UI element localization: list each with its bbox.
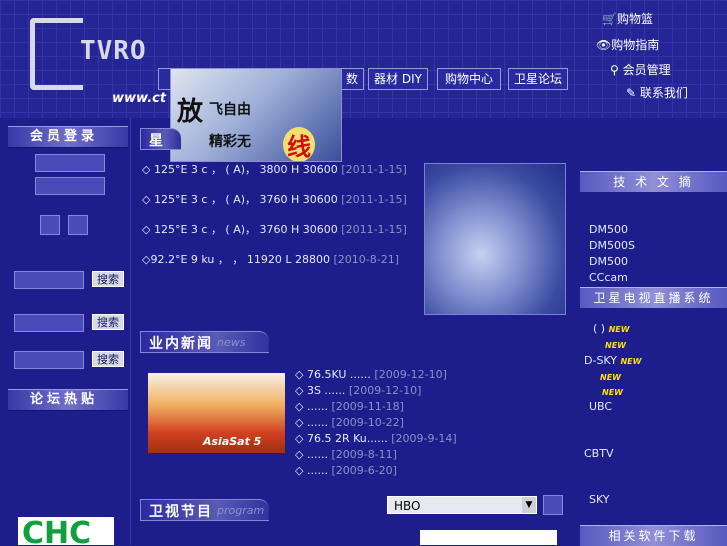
list-item[interactable]: ◇ 125°E 3 c ， ( A)， 3800 H 30600 [2011-1… <box>142 162 412 178</box>
tech-digest-header: 技 术 文 摘 <box>580 171 727 192</box>
live-item-6[interactable]: CBTV <box>584 447 613 460</box>
program-image[interactable] <box>420 530 557 545</box>
forum-hot-header: 论坛热贴 <box>8 389 128 411</box>
live-item-2[interactable]: D-SKY NEW <box>584 354 641 367</box>
list-item[interactable]: ◇ ...... [2009-6-20] <box>295 463 495 479</box>
tech-item-3[interactable]: CCcam <box>589 271 628 284</box>
register-button[interactable] <box>68 215 88 235</box>
satellite-section-title: 星 <box>149 133 165 149</box>
guide-link[interactable]: 👁购物指南 <box>596 36 659 53</box>
nav-item-0[interactable]: 数 <box>340 68 364 90</box>
cart-icon: 🛒 <box>602 12 617 26</box>
new-badge: NEW <box>608 325 630 334</box>
member-login-header: 会员登录 <box>8 126 128 148</box>
live-item-4[interactable]: NEW <box>602 385 623 398</box>
logo-c-shape <box>30 18 83 90</box>
live-item-1[interactable]: NEW <box>605 338 626 351</box>
site-logo[interactable]: TVRO www.ct <box>0 0 166 118</box>
nav-item-shopping[interactable]: 购物中心 <box>437 68 501 90</box>
new-badge: NEW <box>620 357 642 366</box>
news-image-caption: AsiaSat 5 <box>203 435 262 448</box>
program-go-button[interactable] <box>543 495 563 515</box>
nav-item-diy[interactable]: 器材 DIY <box>368 68 428 90</box>
contact-link[interactable]: ✎ 联系我们 <box>626 84 688 101</box>
password-input[interactable] <box>35 177 105 195</box>
news-image-asiasat[interactable]: AsiaSat 5 <box>148 373 285 453</box>
login-button[interactable] <box>40 215 60 235</box>
search-button-1[interactable]: 搜索 <box>92 271 124 287</box>
tech-item-1[interactable]: DM500S <box>589 239 635 252</box>
tech-item-2[interactable]: DM500 <box>589 255 628 268</box>
banner-line1: 飞自由 <box>209 102 251 118</box>
chevron-down-icon[interactable]: ▼ <box>522 497 536 513</box>
list-item[interactable]: ◇92.2°E 9 ku ， ， 11920 L 28800 [2010-8-2… <box>142 252 412 268</box>
key-icon: ⚲ <box>610 63 623 77</box>
satellite-dish-image <box>424 163 566 315</box>
list-item[interactable]: ◇ 3S ...... [2009-12-10] <box>295 383 495 399</box>
program-section-title: 卫视节目 <box>149 504 213 520</box>
news-list: ◇ 76.5KU ...... [2009-12-10] ◇ 3S ......… <box>295 367 495 479</box>
news-section-header: 业内新闻 news <box>140 331 269 353</box>
new-badge: NEW <box>605 341 626 350</box>
logo-url: www.ct <box>112 91 167 106</box>
news-section-title-en: news <box>217 336 246 349</box>
channel-select[interactable]: HBO <box>387 496 537 514</box>
software-download-header: 相关软件下载 <box>580 525 727 546</box>
list-item[interactable]: ◇ 125°E 3 c ， ( A)， 3760 H 30600 [2011-1… <box>142 192 412 208</box>
live-item-0[interactable]: ( ) NEW <box>593 322 630 335</box>
banner-big-char: 放 <box>177 97 204 127</box>
search-input-2[interactable] <box>14 314 84 332</box>
tech-item-0[interactable]: DM500 <box>589 223 628 236</box>
search-input-3[interactable] <box>14 351 84 369</box>
member-link[interactable]: ⚲ 会员管理 <box>610 61 671 78</box>
pen-icon: ✎ <box>626 86 640 100</box>
list-item[interactable]: ◇ 125°E 3 c ， ( A)， 3760 H 30600 [2011-1… <box>142 222 412 238</box>
program-section-header: 卫视节目 program <box>140 499 269 521</box>
live-item-7[interactable]: SKY <box>589 493 610 506</box>
list-item[interactable]: ◇ 76.5 2R Ku...... [2009-9-14] <box>295 431 495 447</box>
logo-text: TVRO <box>80 36 147 66</box>
banner-ad[interactable]: 放 飞自由 精彩无 线 <box>170 68 342 162</box>
eye-icon: 👁 <box>596 38 612 52</box>
nav-item-forum[interactable]: 卫星论坛 <box>508 68 568 90</box>
banner-line2: 精彩无 <box>209 134 251 150</box>
live-item-3[interactable]: NEW <box>600 370 621 383</box>
new-badge: NEW <box>600 373 621 382</box>
banner-highlight: 线 <box>283 127 315 161</box>
chc-logo-text: CHC <box>22 517 92 545</box>
search-button-3[interactable]: 搜索 <box>92 351 124 367</box>
list-item[interactable]: ◇ ...... [2009-10-22] <box>295 415 495 431</box>
cart-link[interactable]: 🛒购物篮 <box>602 10 653 27</box>
search-input-1[interactable] <box>14 271 84 289</box>
list-item[interactable]: ◇ ...... [2009-8-11] <box>295 447 495 463</box>
live-system-header: 卫星电视直播系统 <box>580 287 727 308</box>
new-badge: NEW <box>602 388 623 397</box>
list-item[interactable]: ◇ 76.5KU ...... [2009-12-10] <box>295 367 495 383</box>
search-button-2[interactable]: 搜索 <box>92 314 124 330</box>
news-section-title: 业内新闻 <box>149 336 213 352</box>
list-item[interactable]: ◇ ...... [2009-11-18] <box>295 399 495 415</box>
program-section-title-en: program <box>217 504 265 517</box>
live-item-5[interactable]: UBC <box>589 400 612 413</box>
satellite-section-header: 星 <box>140 128 181 150</box>
satellite-list: ◇ 125°E 3 c ， ( A)， 3800 H 30600 [2011-1… <box>142 162 412 268</box>
chc-logo[interactable]: CHC <box>18 517 114 545</box>
username-input[interactable] <box>35 154 105 172</box>
